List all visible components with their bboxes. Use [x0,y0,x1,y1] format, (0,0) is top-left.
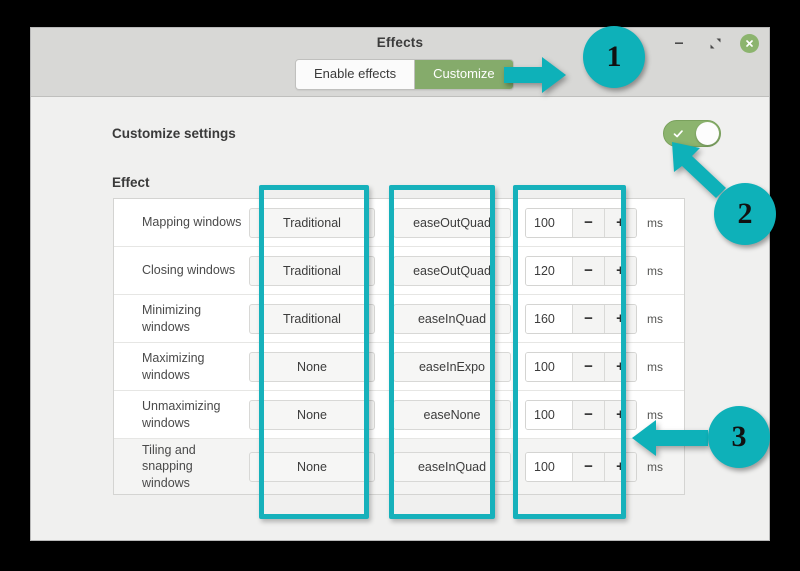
duration-unit-label: ms [647,215,663,230]
effect-type-combo[interactable]: Traditional [249,303,375,334]
duration-increment-button[interactable]: + [604,452,636,481]
toggle-knob [696,122,719,145]
effect-heading: Effect [112,175,150,190]
duration-spinner[interactable]: 100 − + [525,351,637,382]
minimize-icon[interactable] [668,32,690,54]
titlebar: Effects Enable effects Customize [31,28,769,97]
duration-value[interactable]: 160 [526,304,572,333]
duration-value[interactable]: 100 [526,208,572,237]
effect-name: Minimizing windows [142,303,202,334]
duration-value[interactable]: 100 [526,400,572,429]
easing-combo[interactable]: easeOutQuad [393,255,511,286]
tab-enable-effects[interactable]: Enable effects [296,60,415,90]
duration-value[interactable]: 120 [526,256,572,285]
effect-type-combo[interactable]: None [249,351,375,382]
duration-increment-button[interactable]: + [604,256,636,285]
effect-name: Unmaximizing windows [142,399,221,430]
duration-decrement-button[interactable]: − [572,352,604,381]
duration-spinner[interactable]: 160 − + [525,303,637,334]
duration-unit-label: ms [647,311,663,326]
annotation-badge-1: 1 [583,26,645,88]
effect-name: Tiling and snapping windows [142,443,196,490]
window-title: Effects [376,35,424,50]
duration-unit-label: ms [647,407,663,422]
duration-value[interactable]: 100 [526,352,572,381]
customize-settings-label: Customize settings [112,126,236,141]
annotation-badge-2: 2 [714,183,776,245]
easing-combo[interactable]: easeNone [393,399,511,430]
easing-combo[interactable]: easeInExpo [393,351,511,382]
content-area: Customize settings Effect Mapping window… [31,97,769,540]
duration-increment-button[interactable]: + [604,400,636,429]
effect-type-combo[interactable]: Traditional [249,207,375,238]
duration-unit-label: ms [647,263,663,278]
duration-decrement-button[interactable]: − [572,304,604,333]
duration-unit-label: ms [647,459,663,474]
table-row[interactable]: Tiling and snapping windows None easeInQ… [114,439,684,494]
duration-spinner[interactable]: 100 − + [525,207,637,238]
duration-value[interactable]: 100 [526,452,572,481]
customize-settings-toggle[interactable] [663,120,721,147]
duration-spinner[interactable]: 100 − + [525,399,637,430]
effect-name: Mapping windows [142,215,242,230]
effect-type-combo[interactable]: None [249,399,375,430]
tab-customize[interactable]: Customize [414,60,513,90]
customize-settings-row: Customize settings [112,120,721,147]
table-row[interactable]: Unmaximizing windows None easeNone 100 −… [114,391,684,439]
table-row[interactable]: Minimizing windows Traditional easeInQua… [114,295,684,343]
duration-decrement-button[interactable]: − [572,208,604,237]
window-controls [668,32,759,54]
annotation-badge-3: 3 [708,406,770,468]
table-row[interactable]: Closing windows Traditional easeOutQuad … [114,247,684,295]
effect-name: Maximizing windows [142,351,205,382]
duration-unit-label: ms [647,359,663,374]
easing-combo[interactable]: easeInQuad [393,303,511,334]
effects-table: Mapping windows Traditional easeOutQuad … [113,198,685,495]
maximize-icon[interactable] [704,32,726,54]
duration-decrement-button[interactable]: − [572,452,604,481]
duration-increment-button[interactable]: + [604,352,636,381]
easing-combo[interactable]: easeOutQuad [393,207,511,238]
table-row[interactable]: Mapping windows Traditional easeOutQuad … [114,199,684,247]
effects-window: Effects Enable effects Customize Customi… [30,27,770,541]
close-icon [746,39,753,47]
effect-name: Closing windows [142,263,236,278]
easing-combo[interactable]: easeInQuad [393,451,511,482]
duration-increment-button[interactable]: + [604,304,636,333]
duration-increment-button[interactable]: + [604,208,636,237]
screenshot-root: Effects Enable effects Customize Customi… [0,0,800,571]
duration-decrement-button[interactable]: − [572,400,604,429]
duration-spinner[interactable]: 120 − + [525,255,637,286]
effect-type-combo[interactable]: None [249,451,375,482]
duration-spinner[interactable]: 100 − + [525,451,637,482]
tabbar: Enable effects Customize [295,59,514,91]
close-button[interactable] [740,33,759,53]
effect-type-combo[interactable]: Traditional [249,255,375,286]
duration-decrement-button[interactable]: − [572,256,604,285]
table-row[interactable]: Maximizing windows None easeInExpo 100 −… [114,343,684,391]
check-icon [673,129,683,137]
